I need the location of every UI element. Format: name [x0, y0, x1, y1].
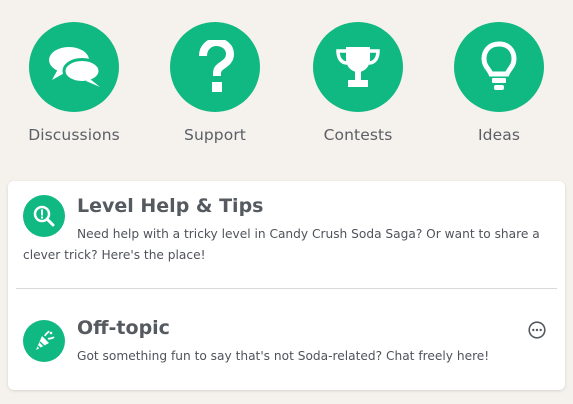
contests-label: Contests [323, 126, 393, 144]
nav-contests[interactable]: Contests [293, 22, 423, 152]
speech-bubbles-icon [49, 47, 102, 87]
ideas-label: Ideas [477, 126, 521, 144]
board-description: Need help with a tricky level in Candy C… [23, 227, 540, 262]
discussions-label: Discussions [28, 126, 120, 144]
board-item[interactable]: Level Help & Tips Need help with a trick… [8, 181, 565, 288]
board-title[interactable]: Off-topic [77, 317, 170, 339]
board-item[interactable]: Off-topic Got something fun to say that'… [8, 289, 565, 390]
party-popper-icon [23, 320, 65, 362]
support-label: Support [184, 126, 246, 144]
lightbulb-icon [481, 41, 517, 90]
category-nav: Discussions Support Contests Ideas [0, 0, 573, 170]
nav-ideas[interactable]: Ideas [434, 22, 564, 152]
nav-support[interactable]: Support [150, 22, 280, 152]
discussions-circle [29, 22, 119, 112]
question-mark-icon [199, 40, 235, 92]
trophy-icon [336, 47, 380, 87]
support-circle [170, 22, 260, 112]
board-list-card: Level Help & Tips Need help with a trick… [8, 181, 565, 390]
board-description: Got something fun to say that's not Soda… [77, 349, 490, 363]
contests-circle [313, 22, 403, 112]
more-options-icon[interactable] [528, 321, 546, 339]
ideas-circle [454, 22, 544, 112]
nav-discussions[interactable]: Discussions [9, 22, 139, 152]
board-title[interactable]: Level Help & Tips [77, 195, 263, 217]
